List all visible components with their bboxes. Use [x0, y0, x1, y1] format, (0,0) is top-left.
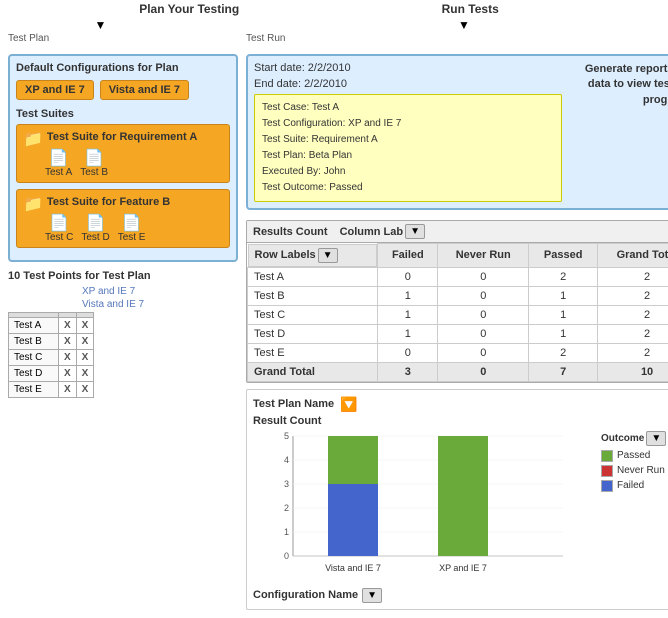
chart-area: 0 1 2 3 4 5 [253, 431, 668, 584]
bar-vista-passed [328, 436, 378, 484]
legend-color-failed [601, 480, 613, 492]
test-plan-label: Test Plan [8, 33, 49, 44]
row-labels-dropdown[interactable]: ▼ [318, 248, 338, 263]
tooltip-test-config: Test Configuration: XP and IE 7 [262, 116, 554, 132]
plan-header: Plan Your Testing [139, 2, 239, 16]
chart-canvas: 0 1 2 3 4 5 [253, 431, 593, 584]
suite-header-b: Test Suite for Feature B [47, 196, 170, 208]
col-lab: Column Lab ▼ [340, 224, 425, 239]
suites-title: Test Suites [16, 108, 230, 120]
config-btn-xp[interactable]: XP and IE 7 [16, 80, 94, 100]
config-btn-vista[interactable]: Vista and IE 7 [100, 80, 189, 100]
tooltip-test-plan: Test Plan: Beta Plan [262, 148, 554, 164]
test-item-a: 📄 Test A [45, 151, 72, 178]
legend-passed: Passed [601, 450, 668, 462]
svg-text:5: 5 [284, 431, 289, 441]
results-table: Row Labels ▼ Failed Never Run Passed Gra… [247, 243, 668, 382]
svg-text:4: 4 [284, 455, 289, 465]
chart-section: Test Plan Name 🔽 Result Count [246, 389, 668, 610]
legend-never-run: Never Run [601, 465, 668, 477]
doc-icon-e: 📄 [122, 216, 142, 232]
legend-dropdown[interactable]: ▼ [646, 431, 666, 446]
bar-vista-failed [328, 484, 378, 556]
folder-icon-a: 📁 [23, 129, 43, 149]
test-item-d: 📄 Test D [81, 216, 109, 243]
tp-label-xp: XP and IE 7 [82, 286, 135, 297]
legend-title: Outcome ▼ [601, 431, 668, 446]
tooltip-test-case: Test Case: Test A [262, 100, 554, 116]
col-lab-text: Column Lab [340, 226, 404, 238]
generate-text: Generate reports on data to view testing… [570, 62, 668, 108]
run-end-date: End date: 2/2/2010 [254, 78, 562, 90]
chart-y-label: Result Count [253, 415, 668, 427]
tp-label-vista: Vista and IE 7 [82, 299, 144, 310]
results-header: Results Count Column Lab ▼ [247, 221, 668, 243]
config-name-dropdown[interactable]: ▼ [362, 588, 382, 603]
tooltip-box: Test Case: Test A Test Configuration: XP… [254, 94, 562, 202]
suite-header-a: Test Suite for Requirement A [47, 131, 197, 143]
test-item-c: 📄 Test C [45, 216, 73, 243]
doc-icon-b: 📄 [84, 151, 104, 167]
suite-b-tests: 📄 Test C 📄 Test D 📄 Test E [45, 216, 223, 243]
svg-text:2: 2 [284, 503, 289, 513]
tooltip-test-suite: Test Suite: Requirement A [262, 132, 554, 148]
config-name-bar: Configuration Name ▼ [253, 588, 668, 603]
svg-text:1: 1 [284, 527, 289, 537]
test-points-section: 10 Test Points for Test Plan XP and IE 7… [8, 270, 238, 398]
suite-feature-b: 📁 Test Suite for Feature B 📄 Test C 📄 Te… [16, 189, 230, 248]
bar-chart-svg: 0 1 2 3 4 5 [253, 431, 593, 581]
run-tests-box: Start date: 2/2/2010 End date: 2/2/2010 … [246, 54, 668, 210]
folder-icon-b: 📁 [23, 194, 43, 214]
legend-color-never-run [601, 465, 613, 477]
svg-text:0: 0 [284, 551, 289, 561]
chart-title-bar: Test Plan Name 🔽 [253, 396, 668, 413]
legend-color-passed [601, 450, 613, 462]
svg-text:XP and IE 7: XP and IE 7 [439, 563, 487, 573]
filter-icon[interactable]: 🔽 [340, 396, 357, 413]
test-run-label: Test Run [246, 33, 285, 44]
run-start-date: Start date: 2/2/2010 [254, 62, 562, 74]
test-points-table: Test AXXTest BXXTest CXXTest DXXTest EXX [8, 312, 94, 398]
suite-requirement-a: 📁 Test Suite for Requirement A 📄 Test A … [16, 124, 230, 183]
run-header: Run Tests [442, 2, 499, 16]
plan-box-title: Default Configurations for Plan [16, 62, 230, 74]
bar-xp-passed [438, 436, 488, 556]
test-item-e: 📄 Test E [118, 216, 146, 243]
results-count-label: Results Count [253, 226, 328, 238]
run-info: Start date: 2/2/2010 End date: 2/2/2010 … [254, 62, 562, 202]
test-item-b: 📄 Test B [80, 151, 108, 178]
results-section: Results Count Column Lab ▼ Row Labels ▼ [246, 220, 668, 383]
suite-a-tests: 📄 Test A 📄 Test B [45, 151, 223, 178]
col-lab-dropdown[interactable]: ▼ [405, 224, 425, 239]
x-axis-label: Configuration Name [253, 589, 358, 601]
doc-icon-a: 📄 [49, 151, 69, 167]
chart-title: Test Plan Name [253, 398, 334, 410]
plan-box: Default Configurations for Plan XP and I… [8, 54, 238, 262]
chart-legend: Outcome ▼ Passed Never Run [601, 431, 668, 495]
doc-icon-d: 📄 [86, 216, 106, 232]
tooltip-test-outcome: Test Outcome: Passed [262, 180, 554, 196]
svg-text:3: 3 [284, 479, 289, 489]
config-buttons: XP and IE 7 Vista and IE 7 [16, 80, 230, 100]
tooltip-executed-by: Executed By: John [262, 164, 554, 180]
test-points-title: 10 Test Points for Test Plan [8, 270, 238, 282]
svg-text:Vista and IE 7: Vista and IE 7 [325, 563, 381, 573]
legend-failed: Failed [601, 480, 668, 492]
plan-down-arrow: ▼ [95, 18, 107, 32]
run-down-arrow: ▼ [458, 18, 470, 32]
doc-icon-c: 📄 [49, 216, 69, 232]
